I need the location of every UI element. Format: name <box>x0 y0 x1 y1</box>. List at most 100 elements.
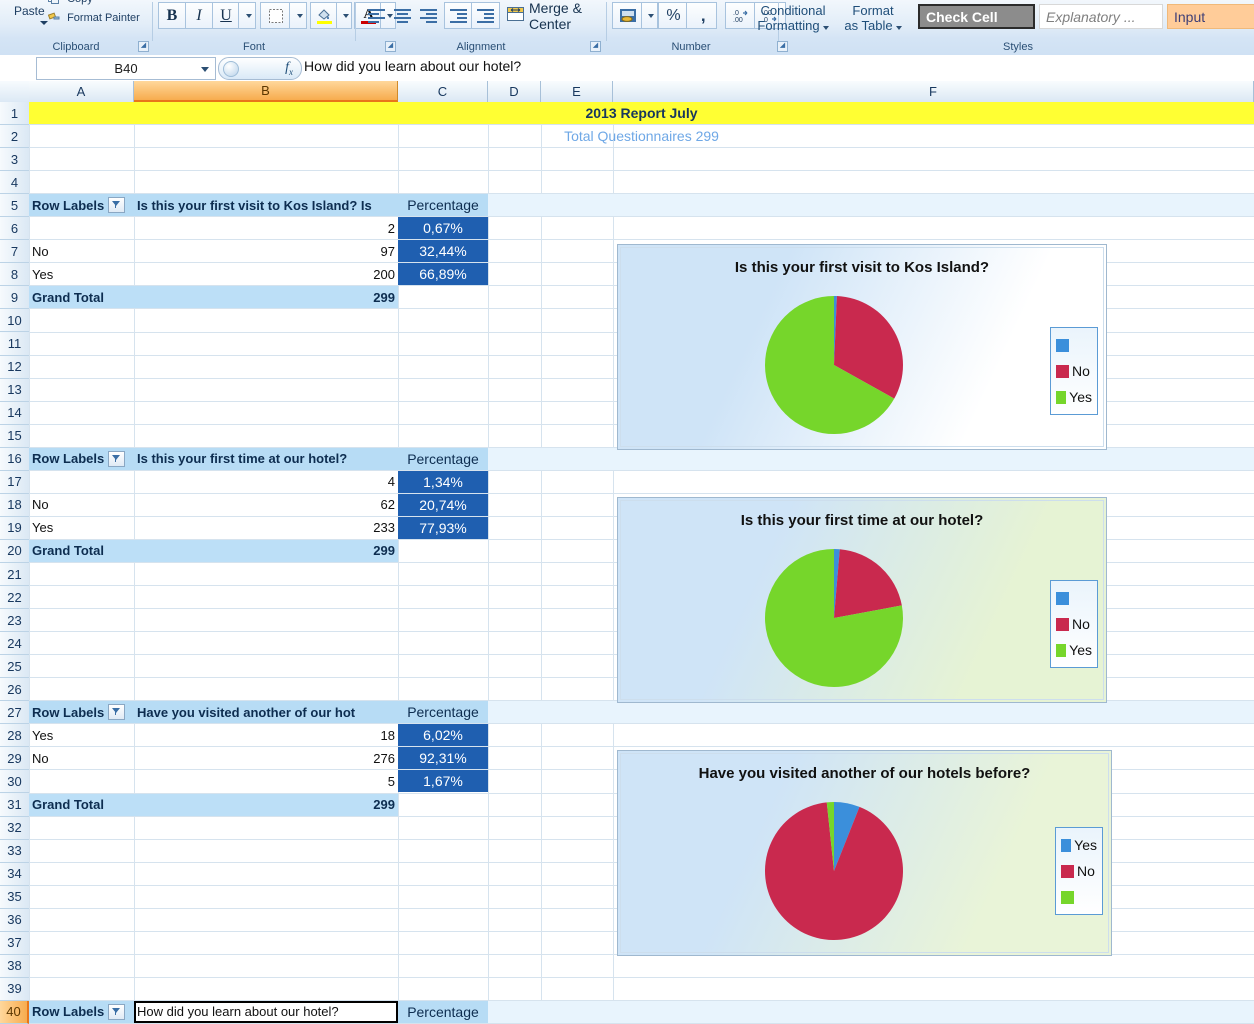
table-2-label-3[interactable]: Yes <box>29 517 134 539</box>
row-header-4[interactable]: 4 <box>0 171 29 195</box>
column-header-e[interactable]: E <box>541 81 613 102</box>
row-header-17[interactable]: 17 <box>0 470 29 494</box>
table-3-label-1[interactable]: Yes <box>29 724 134 746</box>
row-header-3[interactable]: 3 <box>0 148 29 172</box>
row-header-32[interactable]: 32 <box>0 816 29 840</box>
borders-dropdown-arrow-icon[interactable] <box>289 2 307 29</box>
row-header-18[interactable]: 18 <box>0 493 29 517</box>
table-2-percentage-3[interactable]: 77,93% <box>398 516 488 539</box>
insert-function-icon[interactable]: fx <box>285 60 293 77</box>
row-header-38[interactable]: 38 <box>0 954 29 978</box>
row-header-20[interactable]: 20 <box>0 539 29 563</box>
row-header-22[interactable]: 22 <box>0 586 29 610</box>
increase-indent-button[interactable] <box>471 2 500 29</box>
column-header-d[interactable]: D <box>488 81 541 102</box>
legend-entry[interactable]: Yes <box>1056 637 1092 663</box>
comma-style-button[interactable]: , <box>686 2 717 29</box>
table-3-total-label[interactable]: Grand Total <box>29 793 134 816</box>
row-header-5[interactable]: 5 <box>0 194 29 218</box>
row-header-37[interactable]: 37 <box>0 931 29 955</box>
table-2-percentage-1[interactable]: 1,34% <box>398 470 488 493</box>
align-right-button[interactable] <box>414 2 442 29</box>
conditional-formatting-button[interactable]: Conditional Formatting <box>749 3 837 33</box>
row-header-24[interactable]: 24 <box>0 632 29 656</box>
filter-dropdown-icon[interactable] <box>108 197 126 214</box>
row-header-40[interactable]: 40 <box>0 1000 29 1024</box>
row-header-15[interactable]: 15 <box>0 424 29 448</box>
table-3-count-2[interactable]: 276 <box>134 747 398 769</box>
table-3-label-2[interactable]: No <box>29 747 134 769</box>
column-header-c[interactable]: C <box>398 81 488 102</box>
table-2-count-2[interactable]: 62 <box>134 494 398 516</box>
italic-button[interactable]: I <box>185 2 213 29</box>
table-row-labels-header-1[interactable]: Row Labels <box>29 194 134 217</box>
cell-style-input[interactable]: Input <box>1167 4 1254 29</box>
name-box-dropdown-arrow-icon[interactable] <box>201 67 209 72</box>
borders-button[interactable] <box>260 2 292 29</box>
cell-style-explanatory[interactable]: Explanatory ... <box>1039 4 1163 29</box>
pie-chart-2[interactable]: Is this your first time at our hotel? No Y… <box>617 497 1107 703</box>
align-left-button[interactable] <box>362 2 390 29</box>
table-3-percentage-3[interactable]: 1,67% <box>398 770 488 793</box>
table-row-labels-header-3[interactable]: Row Labels <box>29 701 134 724</box>
row-header-39[interactable]: 39 <box>0 977 29 1001</box>
table-percentage-header-2[interactable]: Percentage <box>398 447 488 470</box>
table-1-percentage-3[interactable]: 66,89% <box>398 263 488 286</box>
row-header-25[interactable]: 25 <box>0 655 29 679</box>
row-header-19[interactable]: 19 <box>0 516 29 540</box>
row-header-1[interactable]: 1 <box>0 102 29 126</box>
table-percentage-header-1[interactable]: Percentage <box>398 194 488 217</box>
legend-entry[interactable]: Yes <box>1056 384 1092 410</box>
cell-style-check-cell[interactable]: Check Cell <box>918 4 1035 29</box>
legend-entry[interactable] <box>1056 332 1092 358</box>
bold-button[interactable]: B <box>158 2 186 29</box>
row-header-29[interactable]: 29 <box>0 747 29 771</box>
table-percentage-header-4[interactable]: Percentage <box>398 1000 488 1023</box>
filter-dropdown-icon[interactable] <box>108 1003 126 1020</box>
underline-dropdown-arrow-icon[interactable] <box>238 2 256 29</box>
row-header-28[interactable]: 28 <box>0 724 29 748</box>
row-header-6[interactable]: 6 <box>0 217 29 241</box>
legend-entry[interactable] <box>1056 585 1092 611</box>
table-3-count-1[interactable]: 18 <box>134 724 398 746</box>
table-2-label-1[interactable] <box>29 471 134 493</box>
cell-total-questionnaires[interactable]: Total Questionnaires 299 <box>29 125 1254 147</box>
legend-entry[interactable] <box>1061 884 1097 910</box>
table-1-count-2[interactable]: 97 <box>134 240 398 262</box>
legend-entry[interactable]: No <box>1056 358 1092 384</box>
table-2-count-1[interactable]: 4 <box>134 471 398 493</box>
row-header-9[interactable]: 9 <box>0 286 29 310</box>
fill-color-dropdown-arrow-icon[interactable] <box>336 2 352 29</box>
table-1-label-2[interactable]: No <box>29 240 134 262</box>
table-1-percentage-1[interactable]: 0,67% <box>398 217 488 240</box>
table-3-percentage-2[interactable]: 92,31% <box>398 747 488 770</box>
row-header-10[interactable]: 10 <box>0 309 29 333</box>
column-header-f[interactable]: F <box>613 81 1254 102</box>
name-box[interactable]: B40 <box>36 57 216 80</box>
table-value-header-4[interactable]: How did you learn about our hotel? <box>134 1000 398 1023</box>
filter-dropdown-icon[interactable] <box>108 704 126 721</box>
row-header-34[interactable]: 34 <box>0 862 29 886</box>
formula-input[interactable]: How did you learn about our hotel? <box>304 58 1250 77</box>
accounting-dropdown-arrow-icon[interactable] <box>641 2 658 29</box>
row-header-2[interactable]: 2 <box>0 125 29 149</box>
row-header-23[interactable]: 23 <box>0 609 29 633</box>
percent-style-button[interactable]: % <box>658 2 689 29</box>
accounting-format-button[interactable] <box>612 2 644 29</box>
table-value-header-3[interactable]: Have you visited another of our hot <box>134 701 398 724</box>
row-header-33[interactable]: 33 <box>0 839 29 863</box>
table-1-count-1[interactable]: 2 <box>134 217 398 239</box>
row-header-27[interactable]: 27 <box>0 701 29 725</box>
align-center-button[interactable] <box>388 2 416 29</box>
table-3-percentage-1[interactable]: 6,02% <box>398 724 488 747</box>
column-header-a[interactable]: A <box>29 81 134 102</box>
table-percentage-header-3[interactable]: Percentage <box>398 701 488 724</box>
table-3-label-3[interactable] <box>29 770 134 792</box>
legend-entry[interactable]: No <box>1056 611 1092 637</box>
cell-report-title[interactable]: 2013 Report July <box>29 102 1254 125</box>
row-header-31[interactable]: 31 <box>0 793 29 817</box>
row-header-7[interactable]: 7 <box>0 240 29 264</box>
formula-bar-buttons[interactable]: fx <box>218 57 302 80</box>
paste-dropdown-arrow-icon[interactable] <box>40 21 48 25</box>
cancel-enter-button[interactable] <box>223 61 239 77</box>
